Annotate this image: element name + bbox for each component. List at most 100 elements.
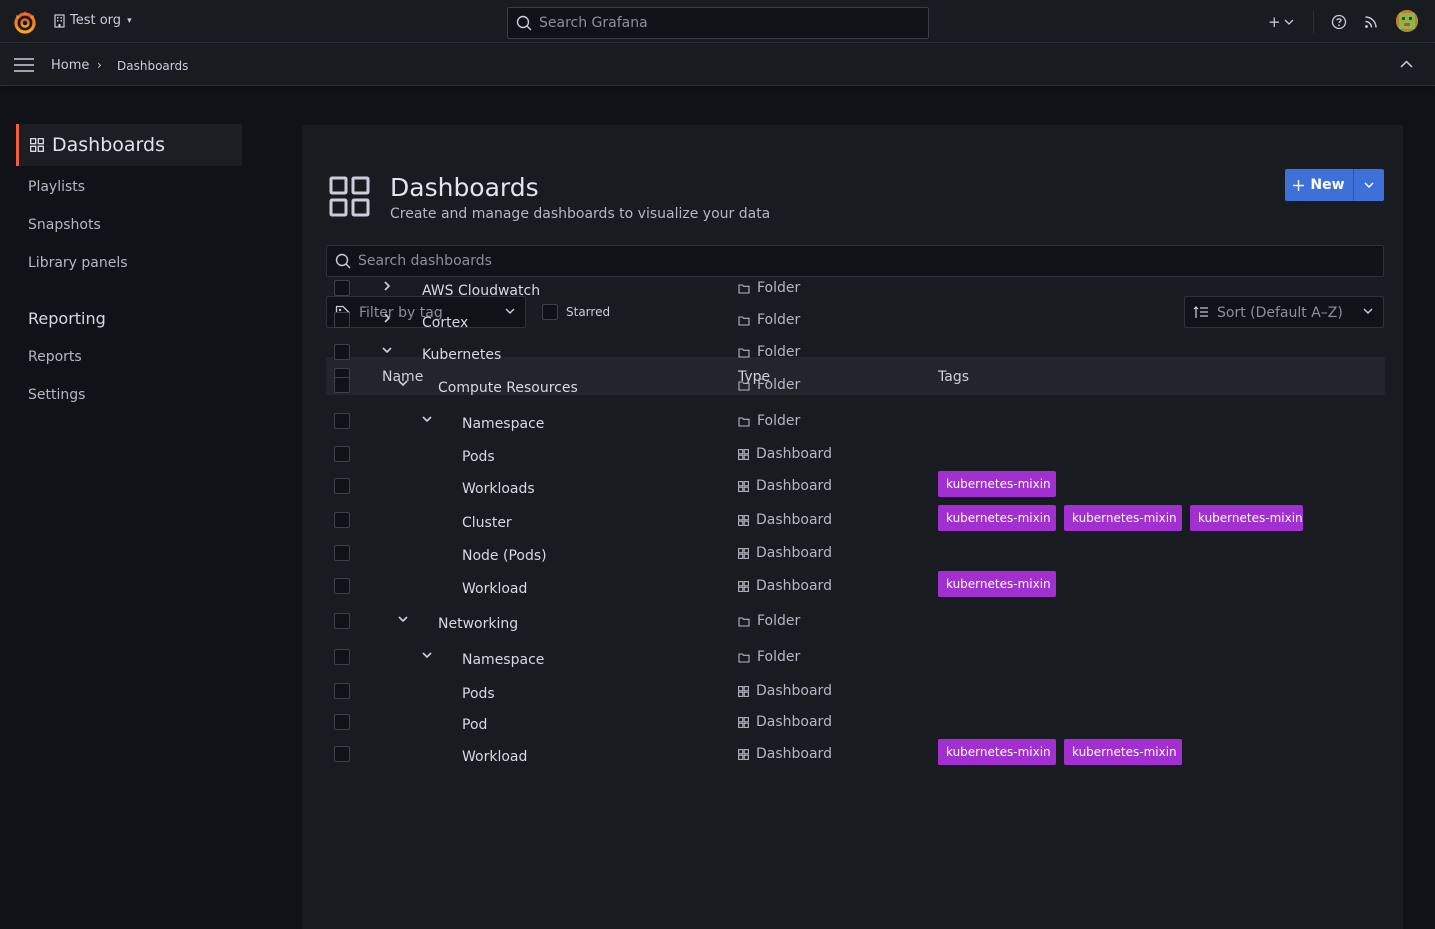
row-name-link[interactable]: Node (Pods) [462, 548, 547, 564]
news-feed-icon[interactable] [1363, 14, 1379, 34]
row-name-link[interactable]: Networking [438, 616, 518, 632]
sidenav-item-dashboards[interactable]: Dashboards [16, 124, 242, 166]
search-icon [516, 15, 532, 31]
new-dropdown-button[interactable] [1353, 169, 1384, 201]
tag-badge[interactable]: kubernetes-mixin [938, 505, 1056, 531]
starred-label[interactable]: Starred [566, 305, 610, 319]
sidenav-section-reporting[interactable]: Reporting [28, 309, 106, 328]
row-checkbox[interactable] [334, 512, 350, 528]
row-name-link[interactable]: Namespace [462, 416, 544, 432]
tag-badge[interactable]: kubernetes-mixin [1064, 505, 1182, 531]
add-menu-button[interactable]: + [1268, 13, 1294, 31]
chevron-right-icon[interactable] [382, 313, 392, 323]
tag-badge[interactable]: kubernetes-mixin [1064, 739, 1182, 765]
row-checkbox[interactable] [334, 478, 350, 494]
dashboard-icon [738, 580, 749, 592]
dashboard-grid-icon [30, 138, 44, 152]
row-type: Dashboard [738, 512, 832, 528]
tag-badge[interactable]: kubernetes-mixin [938, 739, 1056, 765]
sort-select[interactable]: Sort (Default A–Z) [1184, 296, 1384, 328]
row-name-link[interactable]: Kubernetes [422, 347, 501, 363]
row-name-link[interactable]: Compute Resources [438, 380, 578, 396]
row-checkbox[interactable] [334, 613, 350, 629]
row-name-link[interactable]: Pods [462, 686, 495, 702]
org-name: Test org [70, 13, 122, 28]
new-button[interactable]: New [1285, 169, 1353, 201]
row-type: Folder [738, 649, 800, 665]
org-switcher[interactable]: Test org ▾ [53, 13, 132, 28]
plus-icon [1293, 179, 1305, 191]
sidenav-item-settings[interactable]: Settings [28, 387, 85, 403]
row-checkbox[interactable] [334, 649, 350, 665]
chevron-down-icon[interactable] [398, 378, 408, 388]
row-checkbox[interactable] [334, 578, 350, 594]
row-name-link[interactable]: Namespace [462, 652, 544, 668]
sidenav-item-snapshots[interactable]: Snapshots [28, 217, 101, 233]
grafana-logo-icon[interactable] [12, 9, 38, 35]
row-type: Folder [738, 613, 800, 629]
dashboard-icon [738, 716, 749, 728]
chevron-down-icon[interactable] [398, 614, 408, 624]
row-type-label: Dashboard [756, 446, 832, 462]
chevron-down-icon [1364, 182, 1374, 188]
row-name-link[interactable]: Cortex [422, 315, 468, 331]
chevron-down-icon[interactable] [422, 650, 432, 660]
sidenav-item-library-panels[interactable]: Library panels [28, 255, 128, 271]
chevron-up-icon[interactable] [1400, 60, 1413, 68]
search-icon [335, 253, 351, 269]
breadcrumb-home[interactable]: Home [51, 58, 89, 73]
row-checkbox[interactable] [334, 413, 350, 429]
help-icon[interactable] [1331, 14, 1347, 34]
row-name-link[interactable]: Workloads [462, 481, 535, 497]
row-type: Folder [738, 377, 800, 393]
tag-badge[interactable]: kubernetes-mixin [938, 471, 1056, 497]
row-checkbox[interactable] [334, 312, 350, 328]
row-checkbox[interactable] [334, 545, 350, 561]
row-type-label: Dashboard [756, 545, 832, 561]
global-search-input[interactable] [539, 8, 919, 38]
sidenav-item-reports[interactable]: Reports [28, 349, 82, 365]
user-avatar[interactable] [1396, 10, 1418, 32]
row-checkbox[interactable] [334, 683, 350, 699]
row-name-link[interactable]: Workload [462, 581, 527, 597]
row-type: Folder [738, 312, 800, 328]
row-type-label: Folder [757, 377, 801, 393]
dashboard-icon [738, 480, 749, 492]
row-type-label: Dashboard [756, 478, 832, 494]
breadcrumb-current: Dashboards [117, 59, 189, 73]
row-type-label: Dashboard [756, 578, 832, 594]
dashboard-search[interactable] [326, 245, 1384, 277]
row-name-link[interactable]: Cluster [462, 515, 512, 531]
chevron-right-icon[interactable] [382, 281, 392, 291]
row-checkbox[interactable] [334, 714, 350, 730]
row-checkbox[interactable] [334, 344, 350, 360]
row-name-link[interactable]: Workload [462, 749, 527, 765]
global-search[interactable] [507, 7, 929, 39]
row-checkbox[interactable] [334, 280, 350, 296]
page-subtitle: Create and manage dashboards to visualiz… [390, 206, 771, 222]
dashboard-search-input[interactable] [358, 246, 1358, 276]
chevron-down-icon[interactable] [422, 414, 432, 424]
tag-badge[interactable]: kubernetes-mixin [1190, 505, 1303, 531]
row-type-label: Folder [757, 649, 801, 665]
row-name-link[interactable]: Pod [462, 717, 487, 733]
row-type: Dashboard [738, 746, 832, 762]
row-name-link[interactable]: AWS Cloudwatch [422, 283, 540, 299]
dashboard-icon [738, 514, 749, 526]
row-type-label: Folder [757, 312, 801, 328]
chevron-down-icon[interactable] [382, 345, 392, 355]
row-type: Folder [738, 280, 800, 296]
dashboard-icon [738, 685, 749, 697]
building-icon [54, 13, 65, 28]
folder-icon [738, 347, 750, 358]
row-type: Dashboard [738, 478, 832, 494]
row-checkbox[interactable] [334, 746, 350, 762]
sidenav-item-playlists[interactable]: Playlists [28, 179, 85, 195]
tag-badge[interactable]: kubernetes-mixin [938, 571, 1056, 597]
row-name-link[interactable]: Pods [462, 449, 495, 465]
row-checkbox[interactable] [334, 446, 350, 462]
row-checkbox[interactable] [334, 377, 350, 393]
main-content: Dashboards Create and manage dashboards … [302, 125, 1403, 929]
menu-icon[interactable] [14, 58, 34, 72]
starred-checkbox[interactable] [542, 304, 558, 320]
